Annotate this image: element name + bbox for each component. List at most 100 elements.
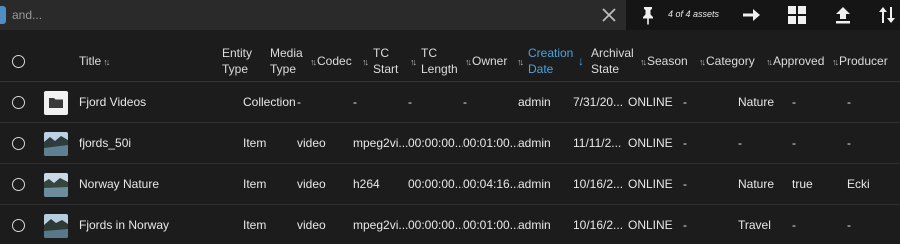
column-header-media-type[interactable]: Media Type [270, 45, 303, 77]
cell-archival-state: ONLINE [628, 95, 673, 109]
cell-producer: - [847, 218, 851, 232]
video-thumbnail [44, 214, 68, 238]
sort-icon[interactable]: ↑↓ [310, 57, 317, 67]
column-header-archival-state[interactable]: Archival State [591, 45, 634, 77]
cell-archival-state: ONLINE [628, 136, 673, 150]
sort-icon[interactable]: ↑↓ [408, 53, 417, 70]
cell-media-type: video [297, 136, 326, 150]
cell-media-type: video [297, 177, 326, 191]
cell-approved: - [792, 218, 796, 232]
cell-category: - [738, 136, 742, 150]
cell-codec: mpeg2vi... [353, 218, 408, 232]
cell-tc-start: 00:00:00... [408, 177, 463, 191]
cell-tc-length: 00:01:00... [463, 218, 518, 232]
cell-season: - [683, 95, 687, 109]
close-icon[interactable] [600, 6, 618, 24]
table-row[interactable]: Norway Nature Item video h264 00:00:00..… [0, 164, 900, 205]
cell-creation-date: 10/16/2... [573, 218, 624, 232]
pin-icon[interactable] [637, 4, 659, 26]
cell-tc-start: 00:00:00... [408, 136, 463, 150]
cell-tc-start: 00:00:00... [408, 218, 463, 232]
column-header-entity-type[interactable]: Entity Type [222, 45, 252, 77]
table-row[interactable]: Fjord Videos Collection - - - - admin 7/… [0, 82, 900, 123]
cell-media-type: - [297, 95, 301, 109]
search-handle[interactable] [0, 6, 6, 24]
cell-codec: - [353, 95, 357, 109]
cell-tc-length: - [463, 95, 467, 109]
column-header-title[interactable]: Title ↑↓ [79, 53, 110, 70]
table-header: Title ↑↓ Entity Type Media Type ↑↓ Codec ↑… [0, 36, 900, 82]
cell-owner: admin [518, 136, 551, 150]
cell-producer: Ecki [847, 177, 870, 191]
cell-tc-length: 00:04:16... [463, 177, 518, 191]
collection-thumbnail [44, 91, 68, 115]
cell-approved: true [792, 177, 813, 191]
arrow-down-icon[interactable]: ↓ [578, 53, 584, 69]
cell-title[interactable]: Fjords in Norway [79, 218, 219, 232]
cell-season: - [683, 177, 687, 191]
cell-approved: - [792, 136, 796, 150]
search-input[interactable] [12, 4, 582, 26]
column-header-tc-start[interactable]: TC Start [373, 45, 398, 77]
sort-icon[interactable]: ↑↓ [699, 57, 706, 67]
sort-icon[interactable]: ↑↓ [766, 57, 773, 67]
video-thumbnail [44, 173, 68, 197]
cell-producer: - [847, 95, 851, 109]
table-row[interactable]: Fjords in Norway Item video mpeg2vi... 0… [0, 205, 900, 244]
column-header-creation-date[interactable]: Creation Date [528, 45, 573, 77]
cell-creation-date: 11/11/2... [573, 136, 622, 150]
video-thumbnail [44, 132, 68, 156]
sort-icon[interactable]: ↑↓ [465, 57, 472, 67]
cell-category: Nature [738, 95, 775, 109]
sort-icon[interactable]: ↑↓ [640, 57, 647, 67]
cell-creation-date: 7/31/20... [573, 95, 624, 109]
column-header-season[interactable]: ↑↓ Season [638, 53, 688, 70]
cell-owner: admin [518, 95, 551, 109]
column-header-producer[interactable]: ↑↓ Producer [830, 53, 888, 70]
sort-icon[interactable]: ↑↓ [515, 53, 524, 70]
column-header-approved[interactable]: ↑↓ Approved [764, 53, 824, 70]
cell-category: Travel [738, 218, 771, 232]
upload-icon[interactable] [832, 4, 854, 26]
grid-view-icon[interactable] [786, 4, 808, 26]
cell-season: - [683, 136, 687, 150]
cell-title[interactable]: Fjord Videos [79, 95, 219, 109]
cell-owner: admin [518, 218, 551, 232]
column-header-codec[interactable]: ↑↓ Codec [308, 53, 352, 70]
cell-title[interactable]: Norway Nature [79, 177, 219, 191]
cell-archival-state: ONLINE [628, 218, 673, 232]
folder-icon [49, 98, 63, 108]
column-header-owner[interactable]: ↑↓ Owner [463, 53, 507, 70]
cell-entity-type: Item [243, 218, 267, 232]
column-header-tc-length[interactable]: TC Length [421, 45, 458, 77]
select-all-radio[interactable] [12, 55, 25, 68]
cell-creation-date: 10/16/2... [573, 177, 624, 191]
cell-approved: - [792, 95, 796, 109]
top-toolbar: 4 of 4 assets [0, 0, 900, 30]
sort-icon[interactable]: ↑↓ [832, 57, 839, 67]
cell-archival-state: ONLINE [628, 177, 673, 191]
sort-icon[interactable] [876, 4, 898, 26]
cell-codec: h264 [353, 177, 380, 191]
arrow-right-icon[interactable] [740, 4, 762, 26]
cell-media-type: video [297, 218, 326, 232]
sort-icon[interactable]: ↑↓ [103, 57, 110, 67]
table-row[interactable]: fjords_50i Item video mpeg2vi... 00:00:0… [0, 123, 900, 164]
cell-category: Nature [738, 177, 775, 191]
cell-entity-type: Item [243, 136, 267, 150]
cell-owner: admin [518, 177, 551, 191]
row-select-radio[interactable] [12, 178, 25, 191]
row-select-radio[interactable] [12, 219, 25, 232]
cell-title[interactable]: fjords_50i [79, 136, 219, 150]
asset-count: 4 of 4 assets [668, 9, 720, 19]
cell-entity-type: Item [243, 177, 267, 191]
row-select-radio[interactable] [12, 137, 25, 150]
cell-producer: - [847, 136, 851, 150]
sort-icon[interactable]: ↑↓ [360, 53, 369, 70]
cell-tc-start: - [408, 95, 412, 109]
cell-codec: mpeg2vi... [353, 136, 408, 150]
row-select-radio[interactable] [12, 96, 25, 109]
search-bar [0, 0, 626, 30]
column-header-category[interactable]: ↑↓ Category [697, 53, 755, 70]
cell-entity-type: Collection [243, 95, 296, 109]
